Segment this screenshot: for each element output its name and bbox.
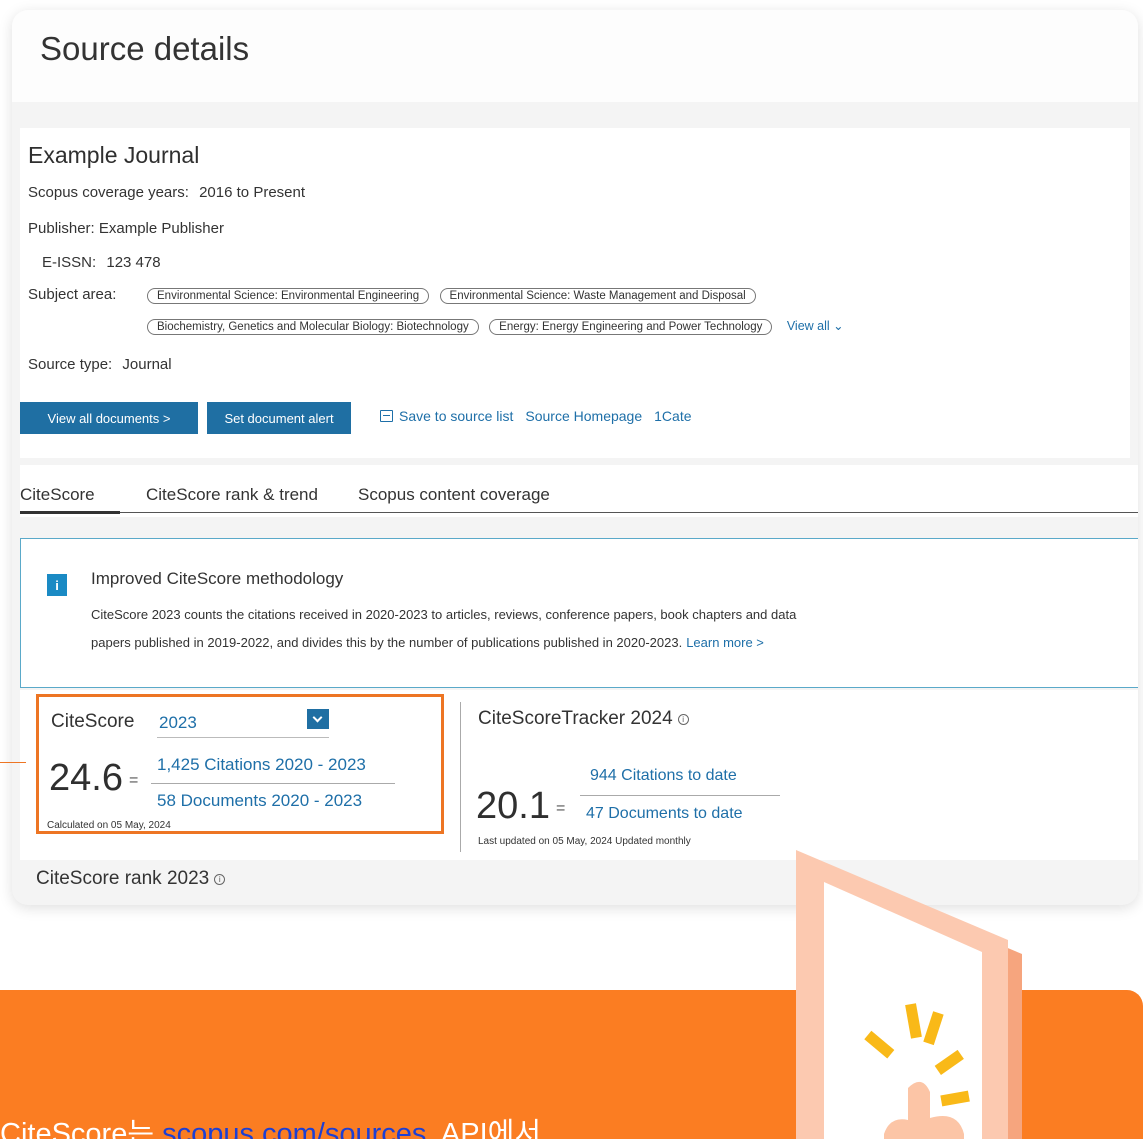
source-type-label: Source type:: [28, 356, 113, 373]
year-select-underline: [157, 737, 329, 738]
view-all-documents-button[interactable]: View all documents >: [20, 402, 198, 434]
methodology-text: CiteScore 2023 counts the citations rece…: [91, 601, 1071, 657]
methodology-title: Improved CiteScore methodology: [91, 569, 344, 588]
learn-more-link[interactable]: Learn more >: [686, 635, 764, 650]
banner-text-post: , API에서: [426, 1118, 542, 1139]
journal-title: Example Journal: [28, 142, 200, 168]
publisher-value: Example Publisher: [98, 220, 224, 237]
citescore-highlight-box: CiteScore 2023 24.6 = 1,425 Citations 20…: [36, 694, 444, 834]
citescore-year-select[interactable]: 2023: [159, 713, 197, 733]
equals-sign: =: [129, 772, 139, 789]
tracker-documents-link[interactable]: 47 Documents to date: [586, 805, 743, 823]
publisher-row: Publisher: Example Publisher: [28, 220, 224, 237]
save-to-source-list-label: Save to source list: [399, 408, 514, 424]
page-title: Source details: [40, 30, 250, 67]
tablet-click-illustration-icon: [796, 850, 1022, 1139]
scopus-sources-link[interactable]: scopus.com/sources: [162, 1118, 426, 1139]
subject-chip[interactable]: Environmental Science: Environmental Eng…: [147, 288, 430, 304]
active-tab-indicator: [20, 511, 120, 514]
chevron-down-icon: ⌄: [833, 319, 844, 333]
view-all-subjects-link[interactable]: View all ⌄: [787, 319, 844, 333]
tracker-updated-note: Last updated on 05 May, 2024 Updated mon…: [478, 836, 691, 847]
methodology-line-2: papers published in 2019-2022, and divid…: [91, 629, 1071, 657]
coverage-label: Scopus coverage years:: [28, 184, 189, 201]
citescore-rank-title: CiteScore rank 2023 i: [36, 868, 226, 890]
issn-value: 123 478: [106, 254, 161, 271]
source-type-row: Source type: Journal: [28, 356, 172, 373]
issn-row: E-ISSN: 123 478: [42, 254, 161, 271]
source-homepage-link[interactable]: Source Homepage: [525, 408, 642, 424]
tracker-title-text: CiteScoreTracker 2024: [478, 708, 673, 729]
info-circle-icon[interactable]: i: [214, 874, 226, 885]
chevron-down-icon: [312, 712, 323, 723]
subject-chips-row-1: Environmental Science: Environmental Eng…: [147, 286, 762, 304]
methodology-line-1: CiteScore 2023 counts the citations rece…: [91, 607, 797, 622]
methodology-line-2-text: papers published in 2019-2022, and divid…: [91, 635, 683, 650]
tab-divider: [20, 512, 1138, 513]
score-divider: [460, 702, 461, 852]
banner-text: CiteScore는 scopus.com/sources, API에서: [0, 1110, 541, 1139]
tracker-value: 20.1: [476, 785, 550, 827]
banner-text-pre: CiteScore는: [0, 1118, 163, 1139]
subject-chip[interactable]: Energy: Energy Engineering and Power Tec…: [489, 319, 773, 335]
info-circle-icon[interactable]: i: [677, 714, 689, 725]
journal-info-panel: Example Journal Scopus coverage years: 2…: [20, 128, 1130, 458]
scores-panel: CiteScore 2023 24.6 = 1,425 Citations 20…: [20, 690, 1138, 889]
subject-chips-row-2: Biochemistry, Genetics and Molecular Bio…: [147, 317, 844, 335]
view-all-label: View all: [786, 319, 830, 333]
save-icon: [380, 410, 393, 422]
calculated-date: Calculated on 05 May, 2024: [47, 820, 171, 831]
icate-link[interactable]: 1Cate: [654, 408, 691, 424]
subject-chip[interactable]: Biochemistry, Genetics and Molecular Bio…: [147, 319, 479, 335]
source-links: Save to source list Source Homepage 1Cat…: [380, 408, 692, 424]
citescore-documents-link[interactable]: 58 Documents 2020 - 2023: [157, 791, 362, 811]
tab-citescore[interactable]: CiteScore: [20, 485, 95, 505]
citescore-value: 24.6: [49, 757, 123, 799]
citescore-label: CiteScore: [51, 711, 135, 732]
coverage-end: to Present: [236, 184, 306, 201]
subject-area-label: Subject area:: [28, 286, 117, 303]
tab-citescore-rank-trend[interactable]: CiteScore rank & trend: [146, 485, 318, 505]
coverage-row: Scopus coverage years: 2016 to Present: [28, 184, 305, 201]
save-to-source-list-link[interactable]: Save to source list: [380, 408, 513, 424]
source-details-card: Source details Example Journal Scopus co…: [12, 10, 1138, 905]
tracker-citations-link[interactable]: 944 Citations to date: [590, 767, 737, 785]
citescore-citations-link[interactable]: 1,425 Citations 2020 - 2023: [157, 755, 366, 775]
highlight-connector-line: [0, 762, 26, 763]
rank-title-text: CiteScore rank 2023: [36, 868, 210, 889]
coverage-start: 2016: [199, 184, 233, 201]
info-icon: i: [47, 574, 67, 596]
year-dropdown-button[interactable]: [307, 709, 329, 729]
metrics-tabs: CiteScore CiteScore rank & trend Scopus …: [20, 465, 1138, 517]
tracker-fraction-line: [580, 795, 780, 796]
issn-label: E-ISSN:: [42, 254, 97, 271]
tracker-title: CiteScoreTracker 2024 i: [478, 708, 689, 730]
tab-scopus-content-coverage[interactable]: Scopus content coverage: [358, 485, 550, 505]
subject-chip[interactable]: Environmental Science: Waste Management …: [439, 288, 756, 304]
set-document-alert-button[interactable]: Set document alert: [207, 402, 351, 434]
page-header: Source details: [12, 10, 1138, 102]
source-type-value: Journal: [122, 356, 172, 373]
publisher-label: Publisher:: [28, 220, 95, 237]
fraction-line: [151, 783, 395, 784]
tracker-equals-sign: =: [556, 800, 566, 817]
methodology-notice: i Improved CiteScore methodology CiteSco…: [20, 538, 1138, 688]
